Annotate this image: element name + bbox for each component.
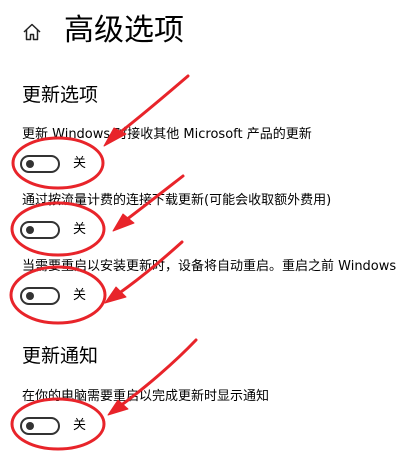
toggle-switch-auto-restart[interactable] [20, 287, 60, 305]
toggle-switch-other-products[interactable] [20, 155, 60, 173]
toggle-knob [26, 292, 34, 300]
setting-label-auto-restart: 当需要重启以安装更新时，设备将自动重启。重启之前 Windows [22, 259, 397, 274]
toggle-state-label: 关 [73, 288, 87, 303]
setting-label-metered-connection: 通过按流量计费的连接下载更新(可能会收取额外费用) [22, 193, 332, 208]
toggle-row-auto-restart: 关 [20, 283, 86, 309]
toggle-knob [26, 160, 34, 168]
annotation-arrowhead [112, 213, 135, 232]
advanced-options-page: 高级选项 更新选项 更新 Windows 时接收其他 Microsoft 产品的… [0, 0, 417, 473]
toggle-state-label: 关 [73, 222, 87, 237]
page-title: 高级选项 [64, 13, 184, 48]
setting-label-restart-notification: 在你的电脑需要重启以完成更新时显示通知 [22, 389, 270, 404]
toggle-knob [26, 422, 34, 430]
toggle-row-restart-notification: 关 [20, 413, 86, 439]
toggle-switch-metered-connection[interactable] [20, 221, 60, 239]
toggle-row-other-products: 关 [20, 151, 86, 177]
toggle-knob [26, 226, 34, 234]
home-icon[interactable] [22, 22, 42, 42]
toggle-state-label: 关 [73, 156, 87, 171]
section-heading-update-notifications: 更新通知 [22, 345, 99, 367]
toggle-state-label: 关 [73, 418, 87, 433]
section-heading-update-options: 更新选项 [22, 84, 99, 106]
annotation-arrowhead [104, 286, 127, 304]
setting-label-other-products: 更新 Windows 时接收其他 Microsoft 产品的更新 [22, 127, 312, 142]
toggle-switch-restart-notification[interactable] [20, 417, 60, 435]
toggle-row-metered-connection: 关 [20, 217, 86, 243]
